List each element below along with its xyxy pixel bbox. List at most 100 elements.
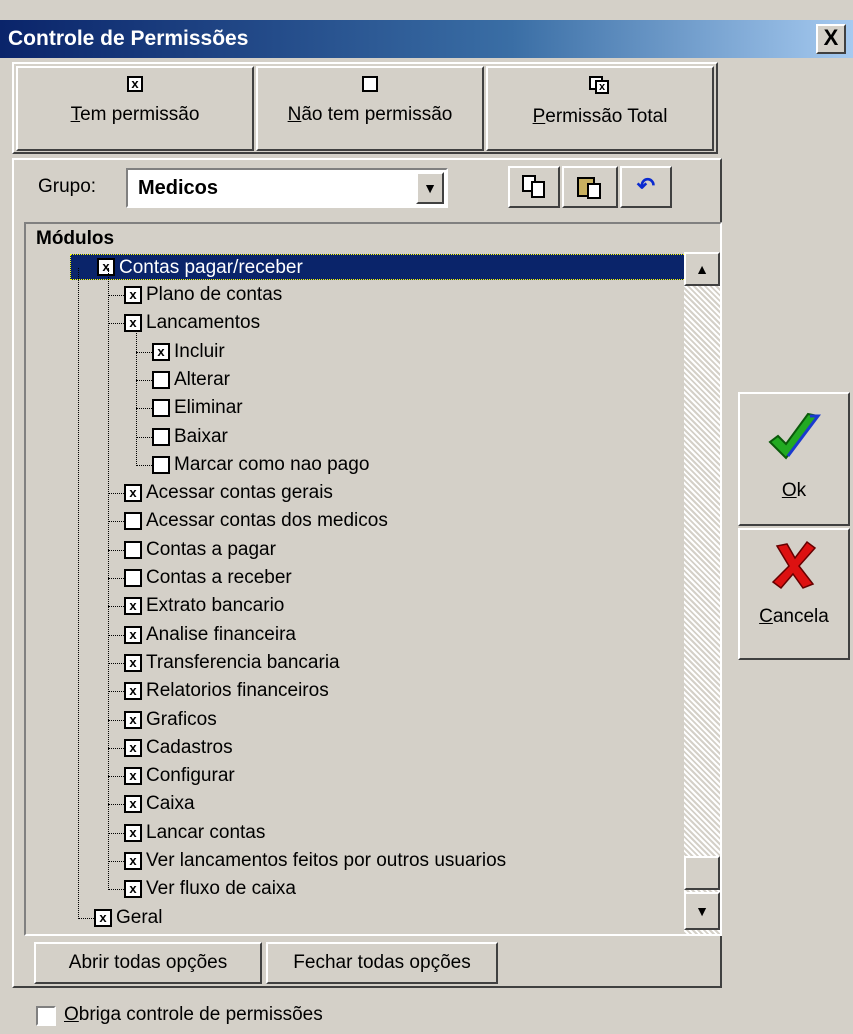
scroll-down-button[interactable]: ▼	[684, 892, 720, 930]
grupo-select[interactable]: Medicos ▼	[126, 168, 448, 208]
abrir-todas-button[interactable]: Abrir todas opções	[34, 942, 262, 984]
tree-item-label[interactable]: Relatorios financeiros	[146, 680, 329, 702]
nao-tem-permissao-button[interactable]: Não tem permissão	[256, 66, 484, 151]
permissao-total-label: Permissão Total	[532, 106, 668, 127]
scroll-up-button[interactable]: ▲	[684, 252, 720, 286]
tree-item-label[interactable]: Baixar	[174, 426, 228, 448]
tree-checkbox[interactable]: x	[124, 314, 142, 333]
nao-tem-permissao-label: Não tem permissão	[287, 104, 453, 125]
tem-permissao-button[interactable]: x Tem permissão	[16, 66, 254, 151]
ok-label: Ok	[781, 480, 807, 501]
tem-permissao-label: Tem permissão	[70, 104, 200, 125]
tree-line	[108, 634, 124, 636]
tree-item-label[interactable]: Contas a receber	[146, 567, 292, 589]
chevron-down-icon: ▼	[423, 180, 437, 196]
undo-button[interactable]: ↶	[620, 166, 672, 208]
tree-item-label[interactable]: Ver fluxo de caixa	[146, 878, 296, 900]
tree-checkbox[interactable]: x	[124, 795, 142, 814]
tree-item-label[interactable]: Transferencia bancaria	[146, 652, 340, 674]
tree-checkbox[interactable]	[124, 540, 142, 559]
fechar-todas-label: Fechar todas opções	[293, 952, 471, 973]
paste-button[interactable]	[562, 166, 618, 208]
tree-line	[108, 295, 124, 296]
tree-item-geral[interactable]: Geral	[116, 907, 162, 929]
chevron-up-icon: ▲	[695, 261, 709, 277]
tree-item-label[interactable]: Incluir	[174, 341, 225, 363]
tree-item-label[interactable]: Cadastros	[146, 737, 233, 759]
tree-item-label[interactable]: Caixa	[146, 793, 195, 815]
tree-row-root[interactable]: x Contas pagar/receber	[70, 254, 686, 280]
cancela-label: Cancela	[759, 606, 829, 627]
fechar-todas-button[interactable]: Fechar todas opções	[266, 942, 498, 984]
tree-line	[108, 691, 124, 693]
tree-item-label[interactable]: Lancar contas	[146, 822, 265, 844]
tree-item-label[interactable]: Alterar	[174, 369, 230, 391]
tree-checkbox[interactable]	[124, 569, 142, 587]
tree-line	[108, 776, 124, 778]
tree-checkbox[interactable]	[152, 399, 170, 418]
unchecked-box-icon	[362, 76, 378, 92]
tree-checkbox[interactable]: x	[124, 767, 142, 786]
tree-scrollbar[interactable]	[684, 252, 720, 934]
tree-line	[136, 351, 152, 353]
tree-checkbox[interactable]: x	[124, 597, 142, 616]
tree-item-label[interactable]: Plano de contas	[146, 284, 282, 306]
tree-line	[108, 268, 109, 891]
tree-item-label[interactable]: Marcar como nao pago	[174, 454, 369, 476]
tree-line	[108, 549, 124, 551]
tree-checkbox[interactable]	[152, 427, 170, 446]
tree-line	[108, 662, 124, 664]
tree-checkbox[interactable]: x	[124, 880, 142, 899]
copy-button[interactable]	[508, 166, 560, 208]
tree-line	[108, 747, 124, 749]
tree-item-label[interactable]: Extrato bancario	[146, 595, 284, 617]
tree-item-label[interactable]: Analise financeira	[146, 624, 296, 646]
tree-checkbox-root[interactable]: x	[97, 258, 115, 276]
tree-item-label[interactable]: Configurar	[146, 765, 235, 787]
tree-line	[108, 804, 124, 806]
multi-check-icon: x	[589, 76, 611, 94]
tree-checkbox[interactable]: x	[124, 286, 142, 304]
tree-item-label[interactable]: Contas a pagar	[146, 539, 276, 561]
checkmark-icon	[768, 412, 821, 460]
close-button[interactable]: X	[816, 24, 846, 54]
tree-line	[108, 606, 124, 608]
tree-checkbox[interactable]: x	[124, 653, 142, 672]
tree-checkbox-geral[interactable]: x	[94, 908, 112, 927]
tree-item-label[interactable]: Lancamentos	[146, 312, 260, 334]
dropdown-button[interactable]: ▼	[416, 172, 444, 204]
tree-line	[136, 324, 137, 466]
chevron-down-icon: ▼	[695, 903, 709, 919]
tree-checkbox[interactable]: x	[124, 738, 142, 757]
tree-item-label[interactable]: Acessar contas dos medicos	[146, 510, 388, 532]
permissao-total-button[interactable]: x Permissão Total	[486, 66, 714, 151]
cancela-button[interactable]: Cancela	[738, 528, 850, 660]
modules-tree[interactable]: Módulos x Contas pagar/receber x Plano de…	[24, 222, 722, 936]
tree-checkbox[interactable]	[152, 370, 170, 389]
tree-line	[78, 268, 79, 919]
ok-button[interactable]: Ok	[738, 392, 850, 526]
close-icon: X	[823, 25, 839, 50]
tree-checkbox[interactable]: x	[124, 823, 142, 842]
tree-line	[108, 861, 124, 862]
tree-item-label[interactable]: Graficos	[146, 709, 217, 731]
abrir-todas-label: Abrir todas opções	[68, 952, 228, 973]
obriga-checkbox[interactable]	[36, 1006, 56, 1026]
tree-item-label[interactable]: Acessar contas gerais	[146, 482, 333, 504]
undo-icon: ↶	[636, 173, 656, 198]
tree-checkbox[interactable]: x	[124, 625, 142, 644]
tree-checkbox[interactable]: x	[124, 682, 142, 701]
tree-item-label[interactable]: Ver lancamentos feitos por outros usuari…	[146, 850, 506, 872]
tree-checkbox[interactable]: x	[152, 342, 170, 361]
tree-line	[108, 323, 124, 325]
scroll-thumb[interactable]	[684, 856, 720, 890]
tree-checkbox[interactable]	[124, 512, 142, 531]
tree-checkbox[interactable]: x	[124, 852, 142, 870]
tree-item-label[interactable]: Eliminar	[174, 397, 243, 419]
tree-line	[108, 493, 124, 495]
cross-icon	[771, 540, 817, 590]
tree-checkbox[interactable]	[152, 455, 170, 474]
tree-line	[136, 436, 152, 438]
tree-checkbox[interactable]: x	[124, 484, 142, 503]
tree-checkbox[interactable]: x	[124, 710, 142, 729]
